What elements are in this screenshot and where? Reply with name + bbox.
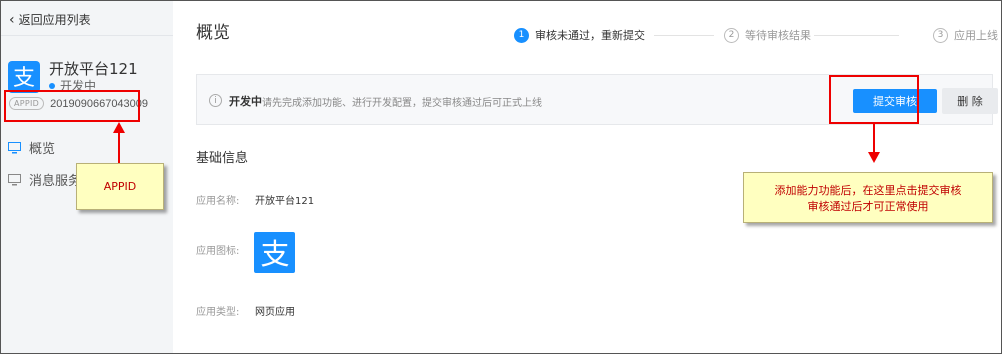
monitor-icon <box>8 173 21 185</box>
submit-callout: 添加能力功能后，在这里点击提交审核 审核通过后才可正常使用 <box>743 172 993 223</box>
status-info-bar: i 开发中 请先完成添加功能、进行开发配置，提交审核通过后可正式上线 提交审核 … <box>196 74 998 125</box>
app-type-value: 网页应用 <box>255 307 295 318</box>
step-number: 1 <box>514 27 529 43</box>
info-icon: i <box>209 94 222 107</box>
sidebar-item-messages[interactable]: 消息服务 <box>8 170 81 189</box>
step-number: 3 <box>933 27 948 43</box>
sidebar-item-label: 概览 <box>29 142 56 157</box>
submit-callout-line2: 审核通过后才可正常使用 <box>807 199 929 213</box>
appid-value: 2019090667043009 <box>50 97 149 110</box>
sidebar-divider <box>1 35 173 36</box>
app-type-label: 应用类型: <box>196 307 240 318</box>
basic-info-title: 基础信息 <box>196 151 249 166</box>
appid-arrow-line <box>118 132 120 163</box>
svg-text:支: 支 <box>260 237 289 270</box>
monitor-icon <box>8 141 21 153</box>
back-link-label: 返回应用列表 <box>18 13 91 27</box>
app-status-label: 开发中 <box>60 79 97 93</box>
step-3: 3 应用上线 <box>933 27 998 43</box>
screenshot-frame: ‹ 返回应用列表 支 开放平台121 开发中 APPID 20190906670… <box>0 0 1002 354</box>
appid-callout-text: APPID <box>103 180 137 193</box>
submit-callout-line1: 添加能力功能后，在这里点击提交审核 <box>774 183 962 197</box>
app-name-value: 开放平台121 <box>255 196 315 207</box>
appid-badge: APPID <box>9 97 45 110</box>
step-1: 1 审核未通过，重新提交 <box>514 27 645 43</box>
info-status: 开发中 <box>229 95 262 108</box>
sidebar-item-overview[interactable]: 概览 <box>8 138 55 157</box>
submit-review-button[interactable]: 提交审核 <box>853 89 937 113</box>
page-title: 概览 <box>196 23 230 43</box>
back-to-app-list-link[interactable]: ‹ 返回应用列表 <box>9 11 91 28</box>
step-2: 2 等待审核结果 <box>724 27 811 43</box>
sidebar-item-label: 消息服务 <box>29 174 82 189</box>
delete-button[interactable]: 删 除 <box>942 88 998 114</box>
submit-arrow-line <box>873 124 875 152</box>
step-label: 审核未通过，重新提交 <box>535 29 645 42</box>
app-icon-label: 应用图标: <box>196 246 240 257</box>
step-label: 等待审核结果 <box>745 29 811 42</box>
arrow-down-icon <box>868 152 880 163</box>
appid-callout: APPID <box>76 163 164 210</box>
app-status: 开发中 <box>49 77 96 94</box>
status-dot-icon <box>49 82 55 89</box>
appid-row: APPID 2019090667043009 <box>9 97 148 110</box>
alipay-app-icon: 支 <box>254 232 295 273</box>
alipay-logo-icon: 支 <box>8 61 40 93</box>
step-label: 应用上线 <box>954 29 998 42</box>
app-name-label: 应用名称: <box>196 196 240 207</box>
svg-text:支: 支 <box>13 66 35 90</box>
app-name: 开放平台121 <box>49 60 138 78</box>
step-number: 2 <box>724 27 739 43</box>
progress-steps: 1 审核未通过，重新提交 2 等待审核结果 3 应用上线 <box>514 27 1001 47</box>
info-message: 请先完成添加功能、进行开发配置，提交审核通过后可正式上线 <box>262 98 542 109</box>
step-connector <box>814 35 899 36</box>
step-connector <box>654 35 714 36</box>
chevron-left-icon: ‹ <box>9 11 15 28</box>
